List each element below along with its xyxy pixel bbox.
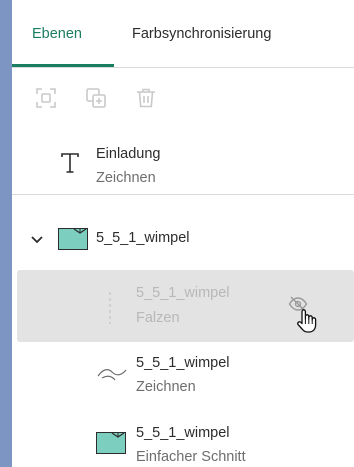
text-icon — [60, 152, 80, 179]
focus-icon[interactable] — [34, 86, 58, 110]
layer-type: Zeichnen — [136, 379, 196, 395]
toolbar-divider — [12, 194, 354, 195]
tab-ebenen[interactable]: Ebenen — [32, 26, 82, 42]
layer-type: Zeichnen — [96, 170, 156, 186]
fold-line-icon — [108, 292, 112, 329]
tab-farbsynchronisierung[interactable]: Farbsynchronisierung — [132, 26, 271, 42]
duplicate-icon[interactable] — [84, 86, 108, 110]
image-thumbnail-icon — [96, 432, 126, 459]
chevron-down-icon[interactable] — [30, 232, 44, 250]
layer-name: 5_5_1_wimpel — [136, 355, 230, 371]
draw-path-icon — [96, 364, 128, 389]
layer-wimpel-zeichnen[interactable]: 5_5_1_wimpel Zeichnen — [12, 350, 354, 406]
trash-icon[interactable] — [134, 86, 158, 110]
layer-toolbar — [12, 68, 354, 195]
image-thumbnail-icon — [58, 228, 88, 255]
layer-group-wimpel[interactable]: 5_5_1_wimpel — [12, 222, 354, 256]
layer-wimpel-falzen[interactable]: 5_5_1_wimpel Falzen — [12, 270, 354, 342]
layer-wimpel-einfacher-schnitt[interactable]: 5_5_1_wimpel Einfacher Schnitt — [12, 420, 354, 467]
layer-name: 5_5_1_wimpel — [96, 230, 190, 246]
layer-name: Einladung — [96, 146, 161, 162]
layers-panel: Ebenen Farbsynchronisierung Einladung Ze… — [12, 0, 354, 467]
layer-type: Einfacher Schnitt — [136, 449, 246, 465]
layer-name: 5_5_1_wimpel — [136, 425, 230, 441]
hand-cursor-icon — [296, 308, 318, 339]
layer-type: Falzen — [136, 310, 180, 326]
layer-name: 5_5_1_wimpel — [136, 285, 230, 301]
tab-bar: Ebenen Farbsynchronisierung — [12, 0, 354, 68]
layer-einladung[interactable]: Einladung Zeichnen — [12, 136, 354, 194]
